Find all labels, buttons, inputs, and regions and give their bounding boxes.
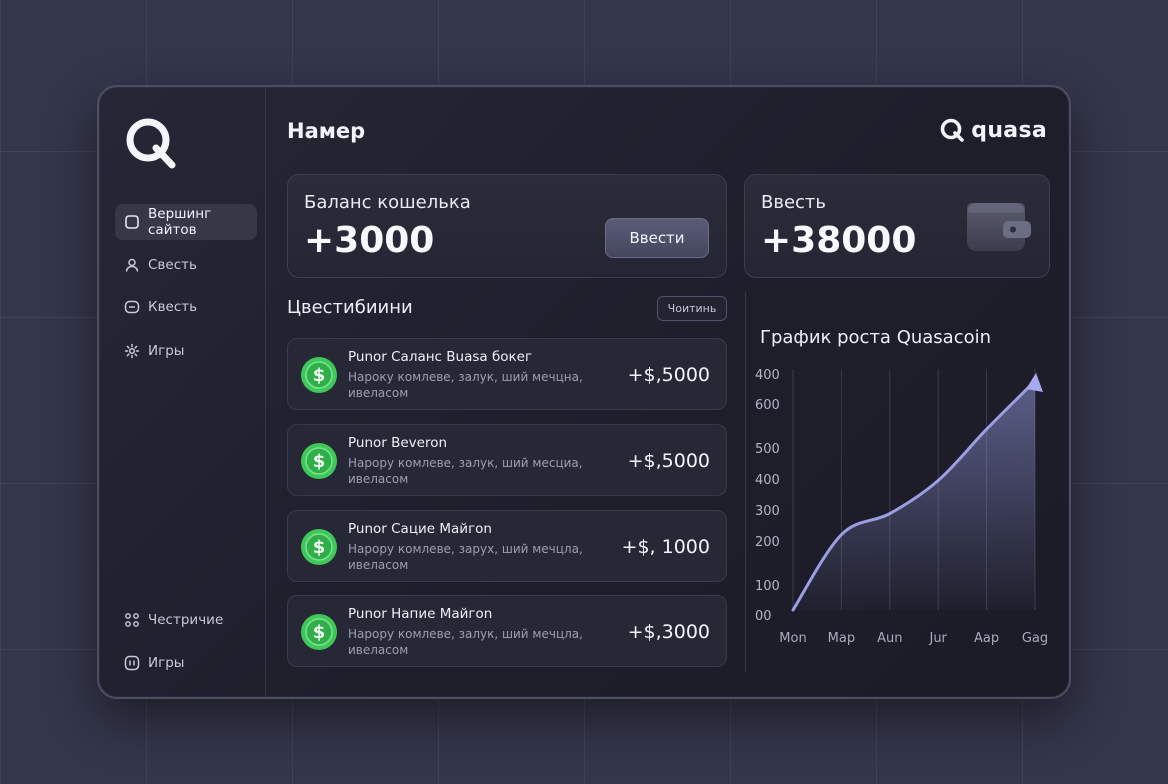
brand-name: quasa — [971, 117, 1047, 143]
transaction-amount: +$,5000 — [627, 450, 710, 472]
quasa-logo-icon[interactable] — [123, 115, 179, 171]
growth-chart: Mon Map Aun Jur Aap Gag 400 600 500 400 300 200 100 0… — [755, 368, 1048, 646]
y-tick-label: 200 — [755, 535, 780, 550]
sidebar-item-site[interactable]: Вершинг сайтов — [115, 204, 257, 240]
dollar-coin-icon: $ — [301, 614, 337, 650]
brand-logo: quasa — [939, 117, 1047, 143]
transactions-title: Цвестибиини — [287, 297, 413, 318]
sidebar-item-games-bottom[interactable]: Игры — [115, 645, 257, 681]
wallet-icon — [967, 203, 1031, 251]
transaction-row[interactable]: $ Punor Саланс Buasa бокег Нароку комлев… — [287, 338, 727, 410]
gamepad-icon — [124, 655, 140, 671]
sidebar-item-label: Игры — [148, 343, 185, 359]
sidebar-item-label: Свесть — [148, 257, 197, 273]
chat-icon — [124, 300, 140, 314]
transaction-title: Punor Beveron — [348, 435, 448, 451]
y-tick-label: 600 — [755, 398, 780, 413]
transaction-title: Punor Саланс Buasa бокег — [348, 349, 533, 365]
x-tick-label: Aun — [877, 631, 902, 646]
deposit-button[interactable]: Ввести — [605, 218, 709, 258]
transactions-filter-button[interactable]: Чоитинь — [657, 296, 727, 321]
balance-card: Баланс кошелька +3000 Ввести — [287, 174, 727, 278]
dollar-coin-icon: $ — [301, 529, 337, 565]
square-icon — [125, 215, 139, 229]
x-tick-label: Map — [828, 631, 855, 646]
y-tick-label: 300 — [755, 504, 780, 519]
balance-label: Баланс кошелька — [304, 192, 471, 213]
user-icon — [125, 258, 139, 272]
app-window: Вершинг сайтов Свесть Квесть Игры Честри… — [97, 85, 1071, 699]
sidebar-item-label: Игры — [148, 655, 185, 671]
sidebar-item-label: Вершинг сайтов — [148, 206, 212, 238]
sidebar-item-games[interactable]: Игры — [115, 333, 257, 369]
y-tick-label: 500 — [755, 442, 780, 457]
transaction-row[interactable]: $ Punor Beveron Нарору комлеве, залук, ш… — [287, 424, 727, 496]
transaction-description: Нароку комлеве, залук, ший мечцна, ивела… — [348, 370, 583, 400]
y-tick-label: 00 — [755, 609, 772, 624]
deposit-card: Ввесть +38000 — [744, 174, 1050, 278]
transaction-amount: +$,3000 — [627, 621, 710, 643]
svg-text:$: $ — [313, 537, 326, 558]
x-tick-label: Gag — [1022, 631, 1048, 646]
transaction-amount: +$, 1000 — [621, 536, 710, 558]
svg-text:$: $ — [313, 365, 326, 386]
sidebar-item-kvest[interactable]: Квесть — [115, 289, 257, 325]
quasa-logo-icon — [940, 118, 965, 142]
transaction-title: Punor Сацие Майгоn — [348, 521, 492, 537]
dollar-coin-icon: $ — [301, 357, 337, 393]
transaction-description: Нарору комлеве, зарух, ший мечцла, ивела… — [348, 542, 583, 572]
sidebar-item-svest[interactable]: Свесть — [115, 247, 257, 283]
sidebar-item-label: Квесть — [148, 299, 198, 315]
transaction-amount: +$,5000 — [627, 364, 710, 386]
transaction-title: Punor Напие Майгоn — [348, 606, 493, 622]
sidebar-item-label: Честричие — [148, 612, 224, 628]
dollar-coin-icon: $ — [301, 443, 337, 479]
transaction-row[interactable]: $ Punor Напие Майгоn Нарору комлеве, зал… — [287, 595, 727, 667]
transaction-description: Нарору комлеве, залук, ший мечцла, ивела… — [348, 627, 583, 657]
deposit-label: Ввесть — [761, 192, 827, 213]
sidebar: Вершинг сайтов Свесть Квесть Игры Честри… — [99, 87, 266, 697]
balance-value: +3000 — [304, 220, 435, 261]
chart-title: График роста Quasacoin — [760, 327, 992, 348]
y-tick-label: 400 — [755, 368, 780, 383]
transaction-description: Нарору комлеве, залук, ший месциа, ивела… — [348, 456, 583, 486]
sidebar-item-chestrichie[interactable]: Честричие — [115, 602, 257, 638]
svg-text:$: $ — [313, 622, 326, 643]
svg-text:$: $ — [313, 451, 326, 472]
deposit-value: +38000 — [761, 220, 917, 261]
gear-icon — [124, 343, 140, 359]
y-tick-label: 100 — [755, 579, 780, 594]
section-divider — [745, 292, 746, 672]
x-tick-label: Aap — [974, 631, 999, 646]
transaction-row[interactable]: $ Punor Сацие Майгоn Нарору комлеве, зар… — [287, 510, 727, 582]
y-tick-label: 400 — [755, 473, 780, 488]
x-tick-label: Mon — [779, 631, 806, 646]
page-title: Намер — [287, 119, 366, 143]
x-tick-label: Jur — [928, 631, 947, 646]
grid-icon — [125, 613, 139, 627]
arrow-head-icon — [1026, 373, 1043, 393]
